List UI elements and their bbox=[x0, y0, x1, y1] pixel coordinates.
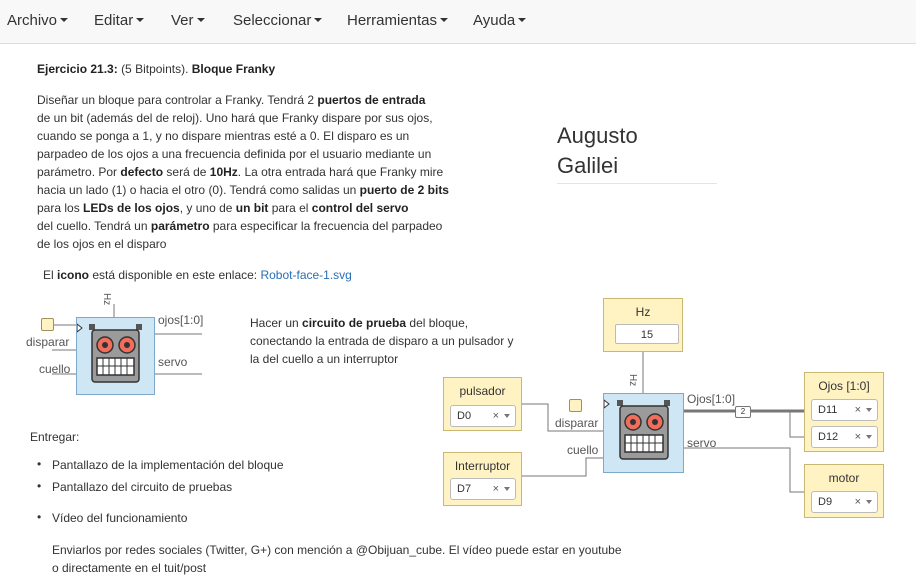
ojos-pin1-select[interactable]: D11 × bbox=[811, 399, 878, 421]
motor-title: motor bbox=[828, 471, 860, 485]
deliver-item: Vídeo del funcionamiento bbox=[37, 510, 188, 525]
ojos-pin1-value: D11 bbox=[818, 404, 838, 416]
chevron-down-icon[interactable] bbox=[866, 500, 872, 504]
block-instance-param-label: Hz bbox=[627, 374, 638, 387]
hz-value-input[interactable]: 15 bbox=[615, 324, 679, 344]
interruptor-input-box[interactable]: Interruptor D7 × bbox=[443, 452, 522, 506]
send-line: o directamente en el tuit/post bbox=[52, 561, 207, 575]
clear-icon[interactable]: × bbox=[855, 427, 861, 447]
motor-output-box[interactable]: motor D9 × bbox=[804, 464, 884, 518]
fire-input-square bbox=[569, 399, 582, 412]
block-instance-bus-label: Ojos[1:0] bbox=[687, 392, 736, 406]
ojos-pin2-select[interactable]: D12 × bbox=[811, 426, 878, 448]
block-instance-fire-label: disparar bbox=[555, 416, 599, 430]
send-line: Enviarlos por redes sociales (Twitter, G… bbox=[52, 543, 622, 557]
pulsador-title: pulsador bbox=[459, 384, 506, 398]
interruptor-pin-select[interactable]: D7 × bbox=[450, 478, 516, 500]
ojos-pin2-value: D12 bbox=[818, 431, 839, 443]
chevron-down-icon[interactable] bbox=[504, 487, 510, 491]
interruptor-title: Interruptor bbox=[454, 459, 511, 473]
ojos-title: Ojos [1:0] bbox=[818, 379, 870, 393]
motor-pin-select[interactable]: D9 × bbox=[811, 491, 878, 513]
franky-block-instance[interactable] bbox=[603, 393, 684, 473]
ojos-output-box[interactable]: Ojos [1:0] D11 × D12 × bbox=[804, 372, 884, 452]
deliver-item: Pantallazo del circuito de pruebas bbox=[37, 479, 233, 494]
chevron-down-icon[interactable] bbox=[866, 408, 872, 412]
deliver-title: Entregar: bbox=[30, 430, 80, 444]
chevron-down-icon[interactable] bbox=[866, 435, 872, 439]
pulsador-input-box[interactable]: pulsador D0 × bbox=[443, 377, 522, 431]
hz-param-title: Hz bbox=[635, 305, 651, 319]
clear-icon[interactable]: × bbox=[493, 406, 499, 426]
motor-pin-value: D9 bbox=[818, 496, 833, 508]
clear-icon[interactable]: × bbox=[493, 479, 499, 499]
chevron-down-icon[interactable] bbox=[504, 414, 510, 418]
deliver-item: Pantallazo de la implementación del bloq… bbox=[37, 457, 284, 472]
bus-width-badge: 2 bbox=[735, 406, 751, 418]
pulsador-pin-value: D0 bbox=[457, 410, 472, 422]
send-instructions: Enviarlos por redes sociales (Twitter, G… bbox=[52, 541, 622, 577]
block-instance-neck-label: cuello bbox=[567, 443, 599, 457]
deliver-item-label: Vídeo del funcionamiento bbox=[52, 511, 188, 525]
clear-icon[interactable]: × bbox=[855, 400, 861, 420]
clear-icon[interactable]: × bbox=[855, 492, 861, 512]
pulsador-pin-select[interactable]: D0 × bbox=[450, 405, 516, 427]
block-instance-servo-label: servo bbox=[687, 436, 717, 450]
interruptor-pin-value: D7 bbox=[457, 483, 472, 495]
robot-face-icon bbox=[603, 398, 670, 460]
hz-param-box[interactable]: Hz 15 bbox=[603, 298, 683, 352]
deliver-item-label: Pantallazo de la implementación del bloq… bbox=[52, 458, 284, 472]
deliver-item-label: Pantallazo del circuito de pruebas bbox=[52, 480, 233, 494]
